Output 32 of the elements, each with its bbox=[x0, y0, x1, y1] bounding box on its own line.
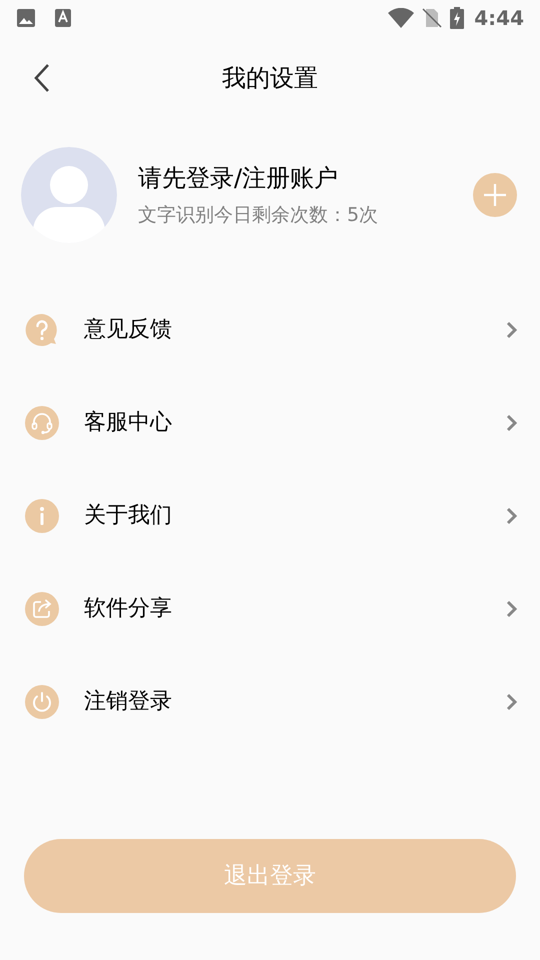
plus-icon bbox=[484, 184, 506, 206]
menu-item[interactable]: 软件分享 bbox=[0, 562, 540, 655]
wifi-icon bbox=[388, 8, 414, 28]
image-icon bbox=[16, 8, 36, 28]
chevron-icon bbox=[506, 506, 518, 524]
share-icon bbox=[25, 592, 59, 626]
page-title: 我的设置 bbox=[222, 63, 318, 94]
info-icon bbox=[25, 498, 59, 532]
chevron-icon bbox=[506, 320, 518, 338]
menu-item[interactable]: 注销登录 bbox=[0, 655, 540, 748]
quota-text: 文字识别今日剩余次数：5次 bbox=[138, 203, 380, 228]
back-icon bbox=[34, 63, 50, 93]
avatar-icon bbox=[21, 147, 117, 243]
menu-label: 关于我们 bbox=[84, 502, 173, 530]
menu-item[interactable]: 意见反馈 bbox=[0, 283, 540, 376]
menu-item[interactable]: 关于我们 bbox=[0, 469, 540, 562]
menu-label: 注销登录 bbox=[84, 688, 173, 716]
no-sim-icon bbox=[422, 8, 442, 28]
menu-label: 客服中心 bbox=[84, 409, 173, 437]
menu-label: 意见反馈 bbox=[84, 316, 173, 344]
text-icon bbox=[54, 8, 72, 28]
menu-item[interactable]: 客服中心 bbox=[0, 376, 540, 469]
menu-label: 软件分享 bbox=[84, 595, 173, 623]
question-bubble-icon bbox=[25, 312, 59, 346]
headset-icon bbox=[25, 406, 59, 440]
chevron-icon bbox=[506, 600, 518, 618]
chevron-icon bbox=[506, 692, 518, 710]
login-prompt[interactable]: 请先登录/注册账户 bbox=[138, 162, 473, 194]
power-icon bbox=[25, 684, 59, 718]
battery-charging-icon bbox=[450, 7, 464, 29]
clock-time: 4:44 bbox=[474, 5, 524, 32]
chevron-icon bbox=[506, 414, 518, 432]
